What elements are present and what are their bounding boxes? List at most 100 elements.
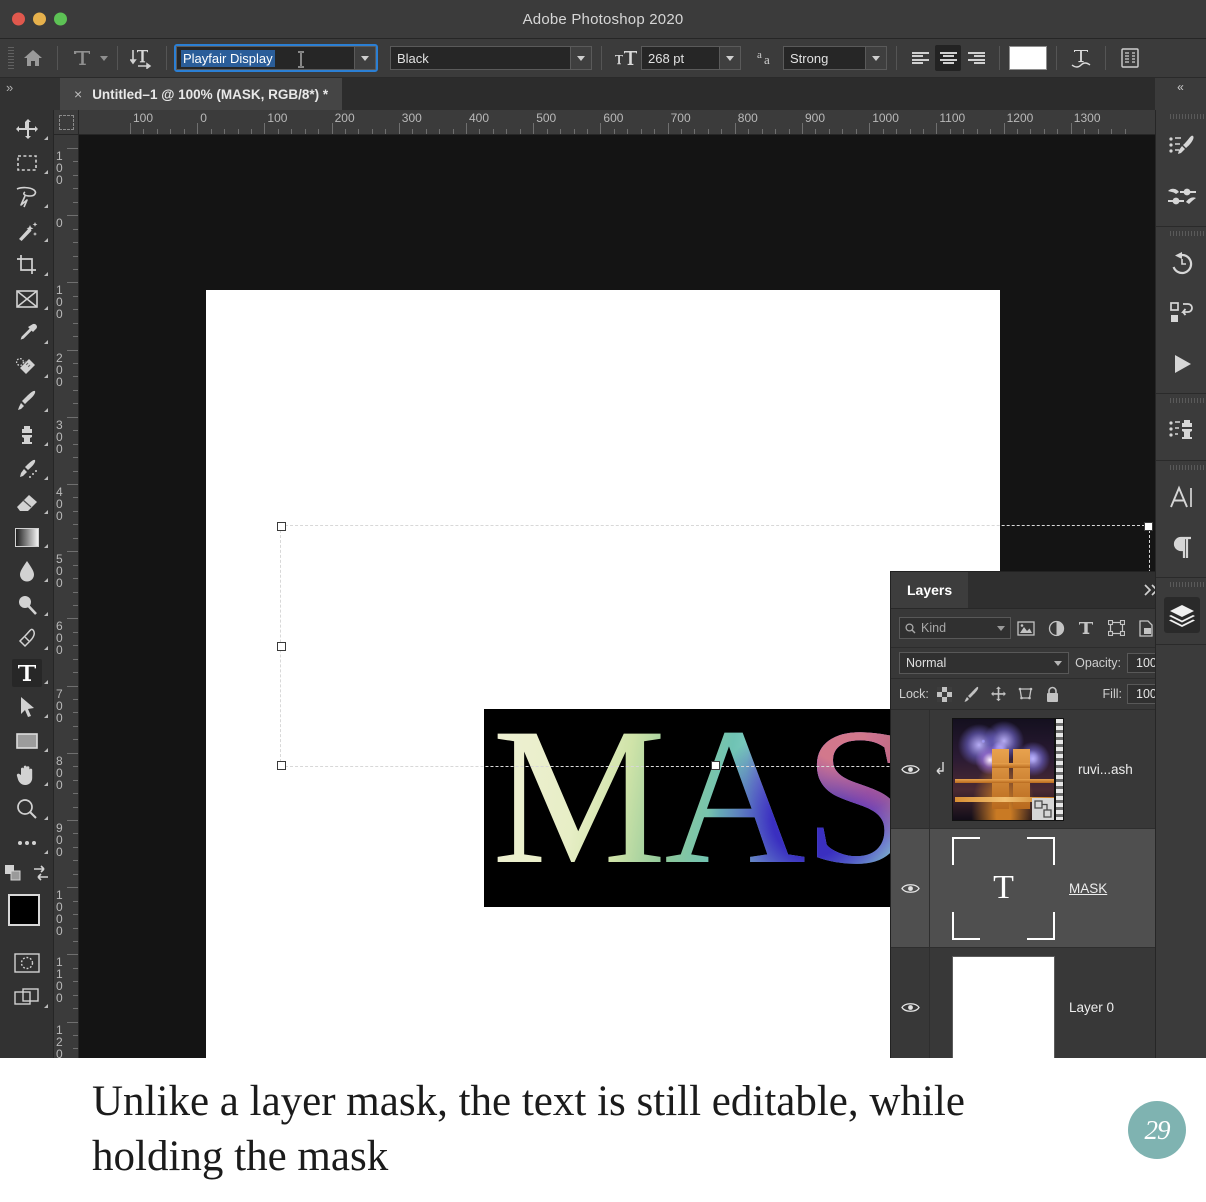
brush-tool[interactable] [0,384,54,418]
font-family-input[interactable]: Playfair Display [176,46,354,70]
zoom-tool[interactable] [0,792,54,826]
layer-thumbnail[interactable] [952,717,1064,821]
brush-presets-panel-button[interactable] [1156,172,1206,222]
anti-aliasing-dropdown-button[interactable] [865,46,887,70]
blur-tool[interactable] [0,554,54,588]
pixel-layer-filter-icon[interactable] [1011,615,1041,641]
toggle-panels-icon[interactable] [1115,44,1145,72]
type-tool[interactable] [0,656,54,690]
close-window-button[interactable] [12,12,25,26]
swap-colors-icon[interactable] [32,864,50,882]
layer-list[interactable]: ruvi...ash T MASK Layer 0 [891,710,1155,1058]
vertical-ruler[interactable]: 100 0 100 200 300 400 500 600 700 800 900 1000 1100 1… [54,134,79,1058]
lasso-tool[interactable] [0,180,54,214]
warp-text-icon[interactable] [1066,44,1096,72]
lock-position-icon[interactable] [988,683,1010,705]
object-selection-tool[interactable] [0,214,54,248]
ruler-origin-corner[interactable] [54,110,79,135]
toggle-text-orientation-icon[interactable] [127,44,157,72]
anti-aliasing-picker[interactable]: Strong [783,46,887,70]
opacity-value[interactable]: 100% [1127,653,1155,673]
dock-group-grip[interactable] [1156,394,1206,406]
align-center-button[interactable] [935,45,961,71]
font-style-dropdown-button[interactable] [570,46,592,70]
layer-visibility-toggle[interactable] [891,829,930,947]
table-row[interactable]: Layer 0 [891,948,1155,1058]
left-dock-collapse-button[interactable]: » [0,78,60,110]
font-family-picker[interactable]: Playfair Display [174,44,378,72]
fill-value[interactable]: 100% [1127,684,1155,704]
smart-object-filter-icon[interactable] [1131,615,1155,641]
default-colors-icon[interactable] [4,864,22,882]
font-style-picker[interactable]: Black [390,46,592,70]
lock-artboard-nesting-icon[interactable] [1015,683,1037,705]
rectangle-tool[interactable] [0,724,54,758]
blend-mode-select[interactable]: Normal [899,652,1070,674]
quick-mask-icon[interactable] [0,946,54,980]
layer-thumbnail[interactable] [952,955,1055,1058]
chevron-double-right-icon[interactable] [1142,583,1155,597]
spot-healing-brush-tool[interactable] [0,350,54,384]
table-row[interactable]: T MASK [891,829,1155,948]
gradient-tool[interactable] [0,520,54,554]
foreground-color-swatch[interactable] [8,894,40,926]
type-layer-filter-icon[interactable] [1071,615,1101,641]
layer-name[interactable]: Layer 0 [1055,1000,1155,1015]
lock-all-icon[interactable] [1042,683,1064,705]
dock-group-grip[interactable] [1156,578,1206,590]
character-panel-button[interactable] [1156,473,1206,523]
type-tool-icon[interactable] [67,44,97,72]
hand-tool[interactable] [0,758,54,792]
options-bar-grip[interactable] [6,47,16,69]
chevron-down-icon[interactable] [100,55,108,61]
anti-aliasing-value[interactable]: Strong [783,46,865,70]
screen-mode-icon[interactable] [0,980,54,1014]
canvas-area[interactable]: 100 0 100 200 300 400 500 600 700 800 900 1000 1100 1… [54,110,1155,1058]
move-tool[interactable] [0,112,54,146]
document-tab[interactable]: × Untitled–1 @ 100% (MASK, RGB/8*) * [60,78,344,110]
home-icon[interactable] [18,44,48,72]
dock-group-grip[interactable] [1156,461,1206,473]
tool-preset-picker[interactable] [67,44,108,72]
layer-name[interactable]: MASK [1055,881,1155,896]
history-brush-tool[interactable] [0,452,54,486]
maximize-window-button[interactable] [54,12,67,26]
close-icon[interactable]: × [74,86,82,102]
rectangular-marquee-tool[interactable] [0,146,54,180]
brush-settings-panel-button[interactable] [1156,122,1206,172]
pen-tool[interactable] [0,622,54,656]
adjustment-layer-filter-icon[interactable] [1041,615,1071,641]
lock-image-pixels-icon[interactable] [961,683,983,705]
font-size-value[interactable]: 268 pt [641,46,719,70]
minimize-window-button[interactable] [33,12,46,26]
history-panel-button[interactable] [1156,239,1206,289]
layers-panel-toggle-button[interactable] [1156,590,1206,640]
clone-stamp-tool[interactable] [0,418,54,452]
layers-panel[interactable]: Layers Kind Normal Opacity: 100 Lock: Fi… [890,571,1155,1058]
shape-layer-filter-icon[interactable] [1101,615,1131,641]
layer-visibility-toggle[interactable] [891,948,930,1058]
clone-source-panel-button[interactable] [1156,406,1206,456]
path-selection-tool[interactable] [0,690,54,724]
table-row[interactable]: ruvi...ash [891,710,1155,829]
layer-visibility-toggle[interactable] [891,710,930,828]
eyedropper-tool[interactable] [0,316,54,350]
horizontal-ruler[interactable]: 100 0 100 200 300 400 500 600 700 800 900 1000 1100 1… [78,110,1155,135]
actions-panel-button[interactable] [1156,289,1206,339]
right-dock-collapse-button[interactable]: « [1155,78,1206,110]
artboard[interactable]: MASK [206,290,1018,1058]
font-family-dropdown-button[interactable] [354,46,376,70]
align-right-button[interactable] [963,45,989,71]
eraser-tool[interactable] [0,486,54,520]
dodge-tool[interactable] [0,588,54,622]
layer-thumbnail[interactable]: T [952,836,1055,940]
dock-group-grip[interactable] [1156,227,1206,239]
layer-kind-filter[interactable]: Kind [899,617,1011,639]
tab-layers[interactable]: Layers [891,572,969,608]
text-color-swatch[interactable] [1009,46,1047,70]
dock-group-grip[interactable] [1156,110,1206,122]
transform-handle-top-right[interactable] [1144,522,1153,531]
font-size-picker[interactable]: 268 pt [641,46,741,70]
edit-toolbar-ellipsis-icon[interactable] [0,826,54,860]
layer-name[interactable]: ruvi...ash [1064,762,1155,777]
